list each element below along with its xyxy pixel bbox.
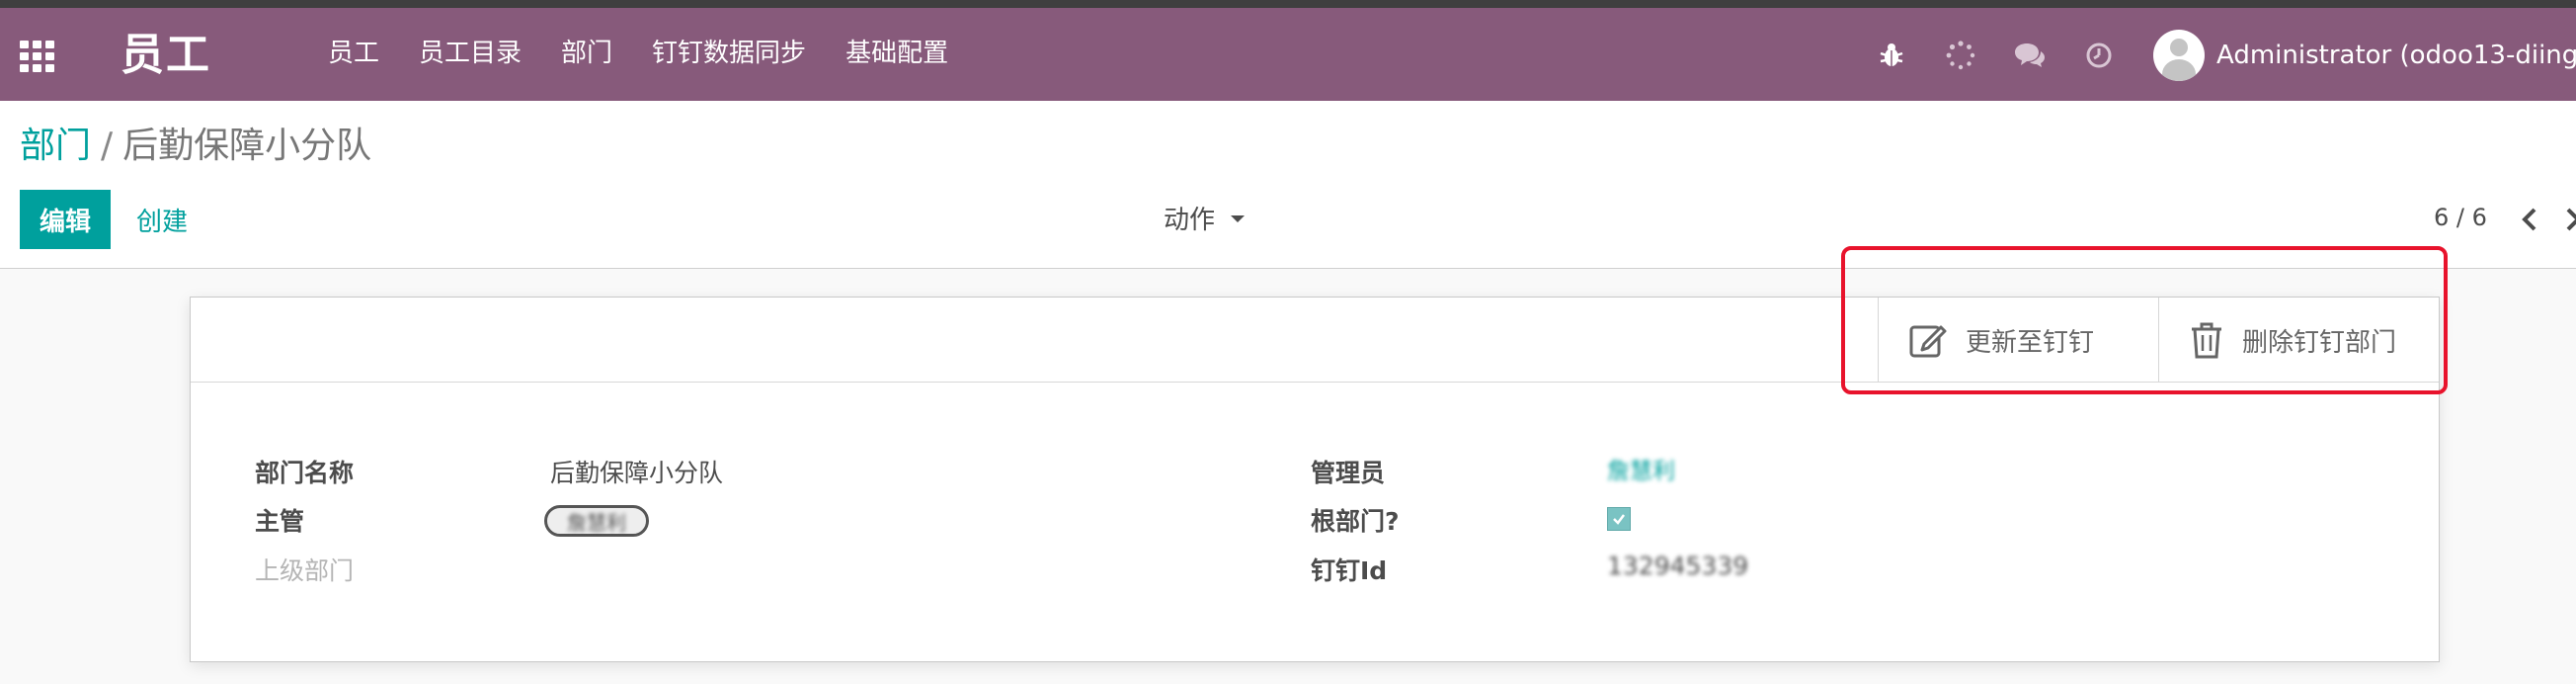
systray bbox=[1857, 34, 2133, 77]
breadcrumb: 部门 / 后勤保障小分队 bbox=[20, 123, 371, 170]
chat-icon[interactable] bbox=[1995, 34, 2064, 77]
bug-icon[interactable] bbox=[1857, 34, 1926, 77]
manager-tag[interactable]: 詹慧利 bbox=[544, 505, 649, 537]
user-menu[interactable]: Administrator (odoo13-diingtalk) bbox=[2153, 30, 2576, 81]
breadcrumb-separator: / bbox=[101, 126, 114, 166]
clock-icon[interactable] bbox=[2064, 34, 2133, 77]
menu-dingtalk-sync[interactable]: 钉钉数据同步 bbox=[632, 34, 826, 73]
menu-base-config[interactable]: 基础配置 bbox=[826, 34, 968, 73]
admin-value[interactable]: 詹慧利 bbox=[1607, 452, 1675, 485]
edit-button[interactable]: 编辑 bbox=[20, 190, 111, 249]
chevron-right-icon[interactable] bbox=[2560, 204, 2576, 235]
manager-label: 主管 bbox=[255, 507, 305, 536]
user-name: Administrator (odoo13-diingtalk) bbox=[2216, 41, 2576, 70]
checkmark-icon bbox=[1613, 514, 1625, 525]
dingtalk-id-label: 钉钉Id bbox=[1311, 556, 1388, 585]
highlight-annotation-box bbox=[1841, 246, 2448, 394]
top-navbar: 员工 员工 员工目录 部门 钉钉数据同步 基础配置 Administrator … bbox=[0, 8, 2576, 101]
dingtalk-id-text: 132945339 bbox=[1607, 552, 1749, 580]
create-button[interactable]: 创建 bbox=[136, 190, 188, 249]
caret-down-icon bbox=[1231, 215, 1246, 222]
manager-tag-text: 詹慧利 bbox=[567, 510, 626, 535]
breadcrumb-current: 后勤保障小分队 bbox=[122, 126, 372, 166]
breadcrumb-parent-link[interactable]: 部门 bbox=[20, 126, 91, 166]
root-department-label: 根部门? bbox=[1311, 507, 1400, 536]
actions-dropdown[interactable]: 动作 bbox=[1164, 200, 1246, 236]
main-menu: 员工 员工目录 部门 钉钉数据同步 基础配置 bbox=[308, 34, 968, 73]
pager-value[interactable]: 6 / 6 bbox=[2434, 204, 2487, 231]
admin-label: 管理员 bbox=[1311, 459, 1386, 487]
app-brand[interactable]: 员工 bbox=[121, 28, 211, 83]
department-name-label: 部门名称 bbox=[255, 459, 355, 487]
control-panel: 部门 / 后勤保障小分队 编辑 创建 动作 6 / 6 bbox=[0, 101, 2576, 269]
menu-employees[interactable]: 员工 bbox=[308, 34, 399, 73]
menu-employee-directory[interactable]: 员工目录 bbox=[399, 34, 541, 73]
actions-label: 动作 bbox=[1164, 206, 1216, 235]
window-top-edge bbox=[0, 0, 2576, 8]
root-department-checkbox[interactable] bbox=[1607, 507, 1631, 531]
spinner-icon[interactable] bbox=[1926, 34, 1995, 77]
department-name-value: 后勤保障小分队 bbox=[550, 459, 724, 487]
chevron-left-icon[interactable] bbox=[2517, 204, 2544, 235]
dingtalk-id-value: 132945339 bbox=[1607, 552, 1748, 580]
apps-menu-icon[interactable] bbox=[20, 41, 55, 72]
parent-department-label: 上级部门 bbox=[255, 556, 355, 585]
avatar bbox=[2153, 30, 2205, 81]
menu-departments[interactable]: 部门 bbox=[541, 34, 632, 73]
